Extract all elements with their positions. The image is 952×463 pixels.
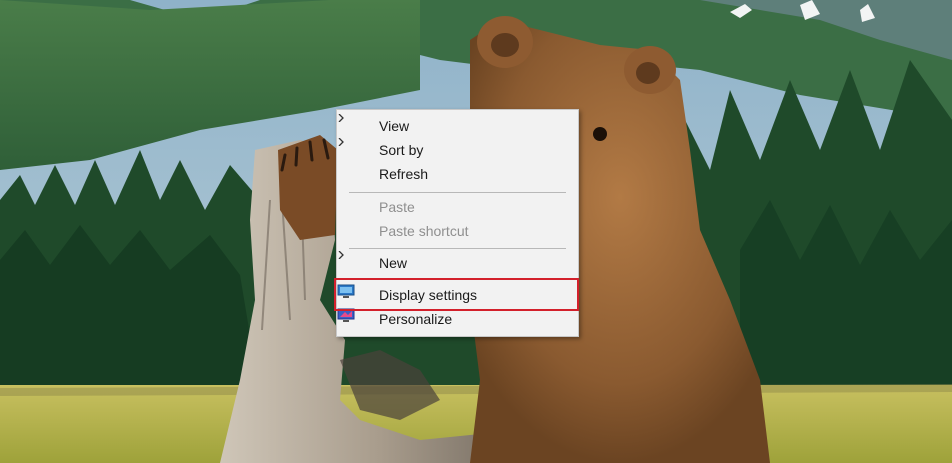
menu-separator [349,248,566,249]
desktop-background[interactable]: View Sort by Refresh Paste Paste shortcu… [0,0,952,463]
menu-item-label: Paste shortcut [379,223,469,239]
desktop-context-menu: View Sort by Refresh Paste Paste shortcu… [334,109,579,337]
menu-item-label: View [379,118,410,134]
chevron-right-icon [338,114,344,122]
chevron-right-icon [338,138,344,146]
highlight-box [334,278,579,311]
menu-item-sort-by[interactable]: Sort by [337,138,578,162]
menu-item-label: Sort by [379,142,424,158]
menu-item-label: New [379,255,408,271]
menu-item-label: Refresh [379,166,429,182]
menu-item-view[interactable]: View [337,114,578,138]
menu-item-new[interactable]: New [337,251,578,275]
menu-separator [349,192,566,193]
menu-item-label: Paste [379,199,415,215]
menu-item-paste-shortcut: Paste shortcut [337,219,578,243]
menu-item-paste: Paste [337,195,578,219]
menu-item-refresh[interactable]: Refresh [337,162,578,186]
chevron-right-icon [338,251,344,259]
